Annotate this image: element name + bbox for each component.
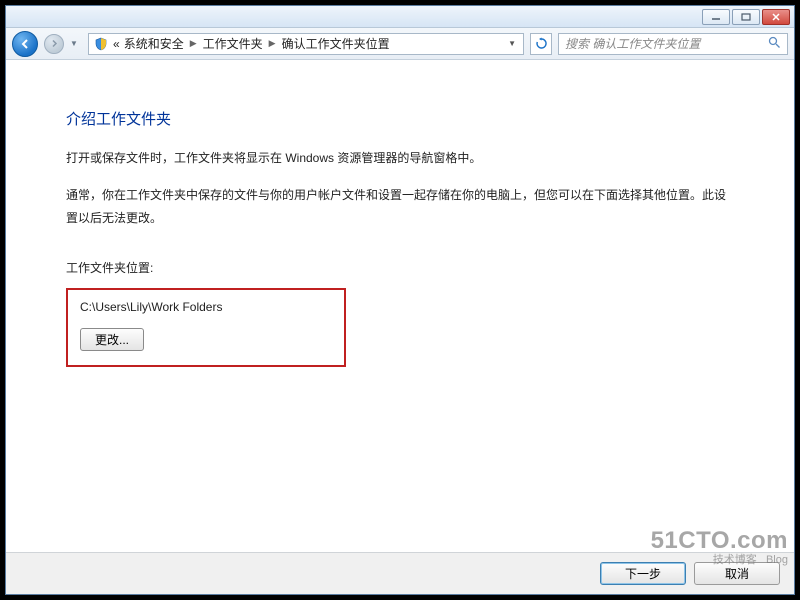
- refresh-button[interactable]: [530, 33, 552, 55]
- intro-paragraph-2: 通常，你在工作文件夹中保存的文件与你的用户帐户文件和设置一起存储在你的电脑上，但…: [66, 184, 734, 230]
- cancel-button[interactable]: 取消: [694, 562, 780, 585]
- maximize-button[interactable]: [732, 9, 760, 25]
- minimize-button[interactable]: [702, 9, 730, 25]
- breadcrumb-item[interactable]: 系统和安全: [124, 35, 184, 52]
- search-placeholder: 搜索 确认工作文件夹位置: [565, 35, 700, 52]
- close-button[interactable]: [762, 9, 790, 25]
- footer-bar: 下一步 取消: [6, 552, 794, 594]
- breadcrumb-prefix: «: [113, 37, 120, 51]
- next-button[interactable]: 下一步: [600, 562, 686, 585]
- content-area: 介绍工作文件夹 打开或保存文件时，工作文件夹将显示在 Windows 资源管理器…: [6, 60, 794, 552]
- page-title: 介绍工作文件夹: [66, 108, 734, 129]
- intro-paragraph-1: 打开或保存文件时，工作文件夹将显示在 Windows 资源管理器的导航窗格中。: [66, 147, 734, 170]
- back-button[interactable]: [12, 31, 38, 57]
- forward-button[interactable]: [44, 34, 64, 54]
- address-bar[interactable]: « 系统和安全 ▶ 工作文件夹 ▶ 确认工作文件夹位置 ▼: [88, 33, 524, 55]
- change-button[interactable]: 更改...: [80, 328, 144, 351]
- window-frame: ▼ « 系统和安全 ▶ 工作文件夹 ▶ 确认工作文件夹位置 ▼ 搜索 确认工: [5, 5, 795, 595]
- titlebar: [6, 6, 794, 28]
- breadcrumb-item[interactable]: 确认工作文件夹位置: [282, 35, 390, 52]
- nav-history-dropdown[interactable]: ▼: [70, 39, 82, 48]
- folder-path: C:\Users\Lily\Work Folders: [80, 300, 332, 314]
- navigation-bar: ▼ « 系统和安全 ▶ 工作文件夹 ▶ 确认工作文件夹位置 ▼ 搜索 确认工: [6, 28, 794, 60]
- address-dropdown[interactable]: ▼: [505, 39, 519, 48]
- location-label: 工作文件夹位置:: [66, 259, 734, 276]
- search-icon: [768, 36, 781, 52]
- breadcrumb-item[interactable]: 工作文件夹: [203, 35, 263, 52]
- chevron-right-icon: ▶: [267, 38, 278, 49]
- chevron-right-icon: ▶: [188, 38, 199, 49]
- location-highlight-box: C:\Users\Lily\Work Folders 更改...: [66, 288, 346, 367]
- search-input[interactable]: 搜索 确认工作文件夹位置: [558, 33, 788, 55]
- shield-icon: [93, 36, 109, 52]
